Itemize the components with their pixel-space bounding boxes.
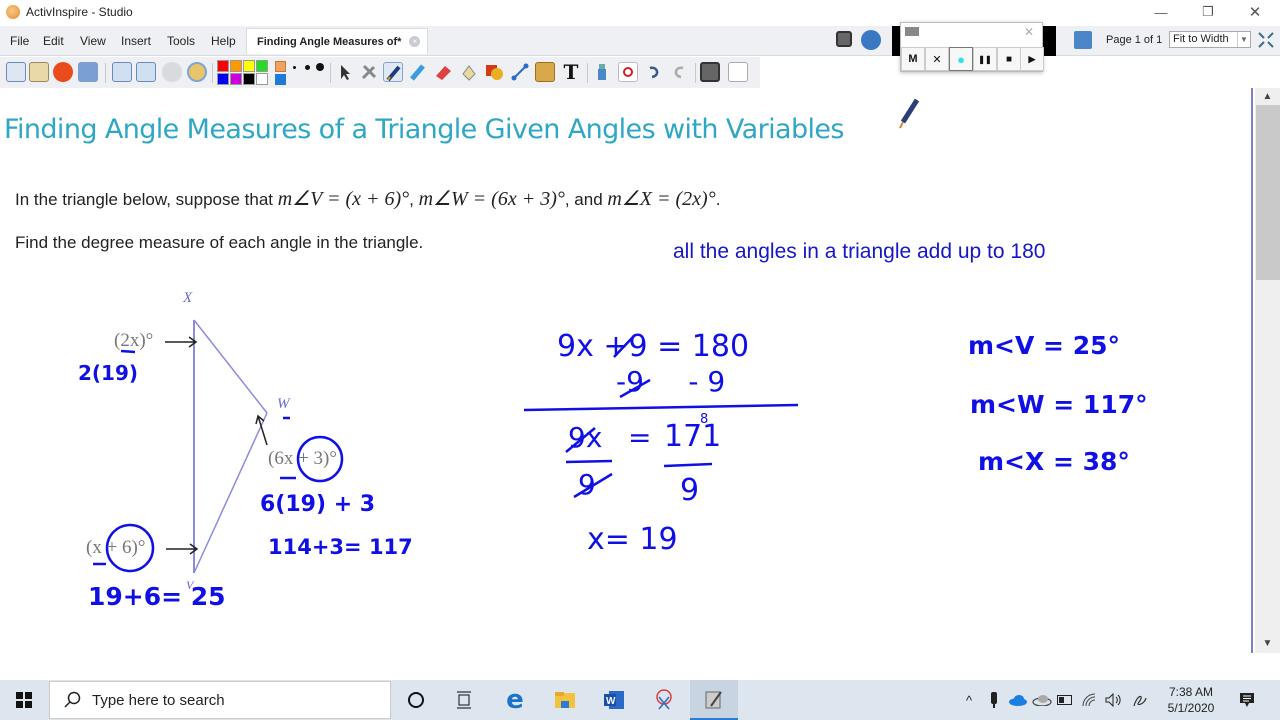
expression-6x-plus-3: (6x + 3)° (268, 448, 337, 469)
equation-171: 171 (664, 419, 722, 454)
handwritten-sub-x: 2(19) (78, 361, 139, 385)
activinspire-taskbar-app[interactable] (690, 680, 738, 720)
expression-2x: (2x)° (114, 330, 154, 351)
windows-taskbar: Type here to search e W ^ 7:38 AM 5/1/20… (0, 680, 1280, 720)
folder-icon (555, 692, 575, 708)
taskbar-search-box[interactable]: Type here to search (49, 681, 391, 719)
onedrive-tray-icon[interactable] (1007, 680, 1029, 720)
fraction-bar-left (565, 459, 613, 464)
task-view-button[interactable] (440, 680, 488, 720)
snipping-tool-taskbar-app[interactable] (640, 680, 688, 720)
equation-9-right-denominator: 9 (680, 473, 700, 508)
file-explorer-taskbar-app[interactable] (541, 680, 589, 720)
equation-carry: 8 (700, 412, 709, 427)
vertical-scrollbar[interactable]: ▲ ▼ (1255, 88, 1280, 653)
answer-angle-w: m<W = 117° (970, 390, 1148, 419)
equation-equals: = (628, 421, 652, 454)
edge-taskbar-app[interactable]: e (491, 680, 539, 720)
fraction-bar-right (663, 462, 713, 468)
equation-9x: 9x (568, 421, 603, 454)
side-xw (193, 319, 268, 414)
search-placeholder: Type here to search (92, 691, 225, 709)
handwritten-calc-v: 19+6= 25 (88, 582, 226, 611)
battery-tray-icon[interactable] (1056, 680, 1074, 720)
scrollbar-thumb[interactable] (1256, 105, 1280, 280)
equation-result: x= 19 (587, 522, 678, 557)
equation-9-left-denominator: 9 (578, 468, 596, 501)
windows-logo-icon (16, 692, 32, 708)
action-center-button[interactable] (1232, 680, 1262, 720)
scroll-up-arrow-icon[interactable]: ▲ (1255, 89, 1280, 105)
vertex-x-label: X (183, 290, 193, 306)
wifi-tray-icon[interactable] (1080, 680, 1098, 720)
clock-time: 7:38 AM (1168, 685, 1214, 699)
onedrive-personal-tray-icon[interactable] (1031, 680, 1053, 720)
taskbar-clock[interactable]: 7:38 AM 5/1/2020 (1162, 684, 1220, 716)
activinspire-icon (705, 691, 722, 709)
search-icon (64, 691, 81, 708)
cortana-icon (408, 692, 424, 708)
show-hidden-icons-button[interactable]: ^ (960, 680, 978, 720)
handwritten-calc-w: 114+3= 117 (268, 535, 413, 559)
start-button[interactable] (0, 680, 48, 720)
pen-workspace-tray-icon[interactable] (1130, 680, 1150, 720)
clock-date: 5/1/2020 (1167, 701, 1215, 715)
word-icon: W (604, 691, 624, 709)
chevron-up-icon: ^ (965, 692, 973, 708)
expression-x-plus-6: (x + 6)° (86, 537, 146, 558)
arrow-to-x (165, 336, 198, 348)
snipping-tool-icon (656, 689, 672, 710)
vertex-w-label: W (277, 396, 290, 412)
equation-line-1: 9x +9 = 180 (557, 329, 750, 364)
word-taskbar-app[interactable]: W (590, 680, 638, 720)
microphone-tray-icon[interactable] (985, 680, 1003, 720)
notification-icon (1240, 693, 1254, 707)
svg-text:W: W (606, 696, 616, 707)
cortana-button[interactable] (392, 680, 440, 720)
scroll-down-arrow-icon[interactable]: ▼ (1255, 636, 1280, 652)
equation-rule (523, 403, 799, 412)
task-view-icon (457, 691, 471, 709)
edge-icon: e (506, 685, 524, 715)
fullscreen-icon[interactable] (1257, 31, 1275, 49)
arrow-to-w (255, 414, 268, 446)
equation-line-2: -9 - 9 (616, 365, 726, 398)
side-wv (193, 412, 268, 574)
answer-angle-x: m<X = 38° (978, 447, 1130, 476)
arrow-to-v (166, 543, 199, 555)
answer-angle-v: m<V = 25° (968, 331, 1120, 360)
handwritten-sub-w: 6(19) + 3 (260, 492, 376, 517)
volume-tray-icon[interactable] (1103, 680, 1123, 720)
canvas-footer (0, 653, 1280, 680)
